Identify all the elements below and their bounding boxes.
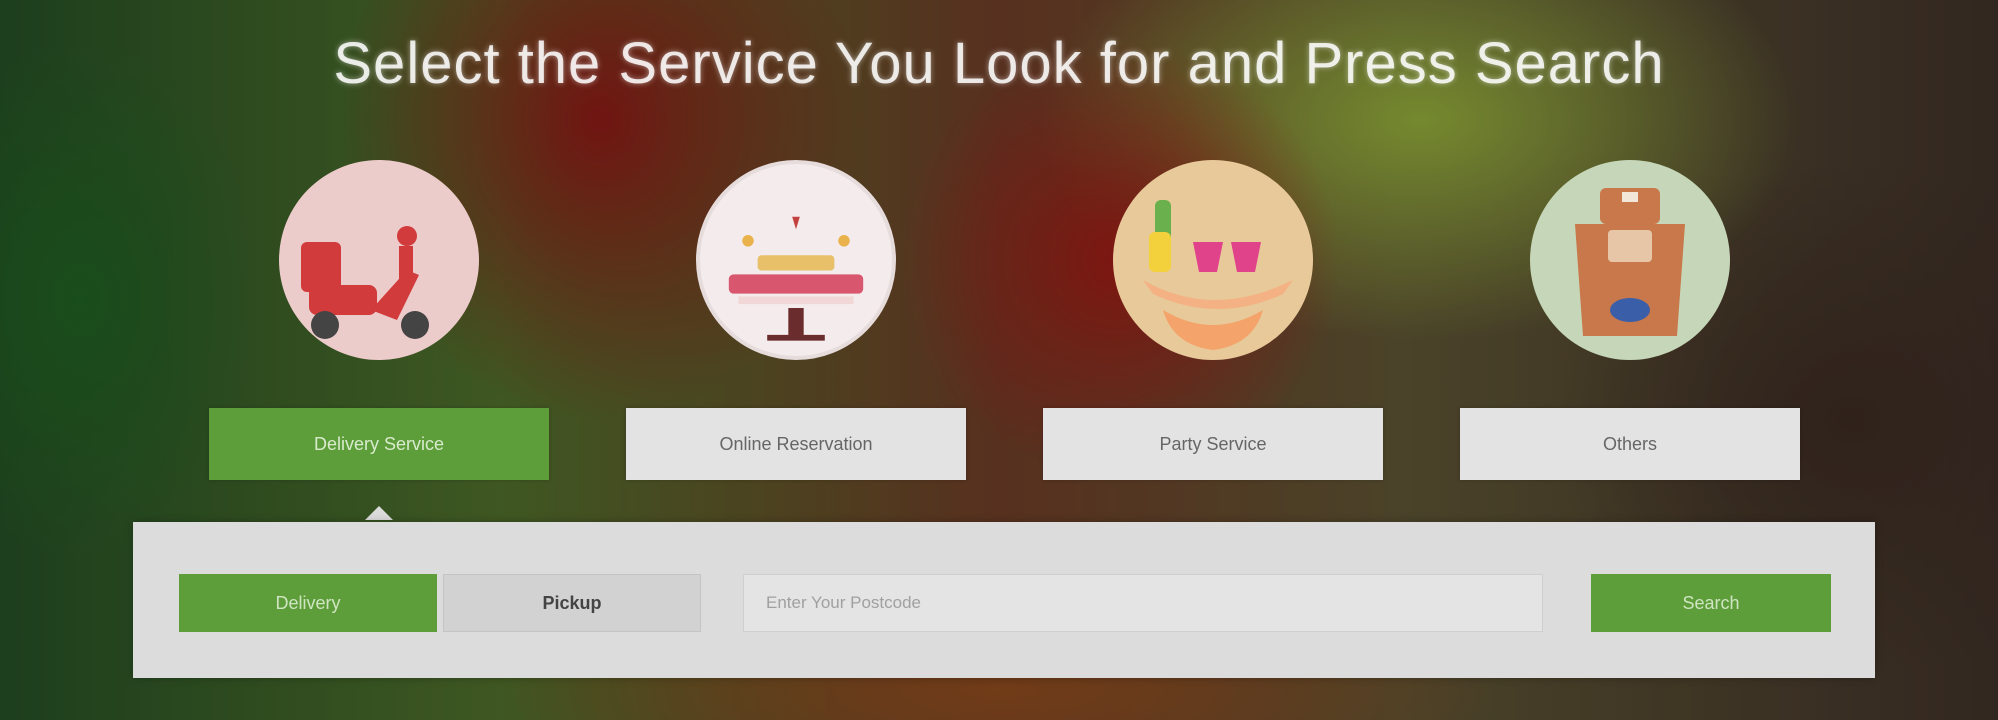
service-party[interactable]: Party Service	[1040, 160, 1386, 480]
page-headline: Select the Service You Look for and Pres…	[333, 31, 1665, 96]
others-button[interactable]: Others	[1460, 408, 1800, 480]
service-reservation[interactable]: Online Reservation	[623, 160, 969, 480]
chef-apron-icon[interactable]	[1530, 160, 1730, 360]
search-panel: Delivery Pickup Search	[133, 522, 1875, 678]
scooter-icon[interactable]	[279, 160, 479, 360]
search-button[interactable]: Search	[1591, 574, 1831, 632]
online-reservation-button[interactable]: Online Reservation	[626, 408, 966, 480]
reservation-table-icon[interactable]	[696, 160, 896, 360]
delivery-toggle[interactable]: Delivery	[179, 574, 437, 632]
pickup-toggle[interactable]: Pickup	[443, 574, 701, 632]
party-platter-icon[interactable]	[1113, 160, 1313, 360]
service-others[interactable]: Others	[1457, 160, 1803, 480]
delivery-service-button[interactable]: Delivery Service	[209, 408, 549, 480]
service-delivery[interactable]: Delivery Service	[206, 160, 552, 480]
party-service-button[interactable]: Party Service	[1043, 408, 1383, 480]
postcode-input[interactable]	[743, 574, 1543, 632]
active-service-pointer	[365, 506, 393, 520]
